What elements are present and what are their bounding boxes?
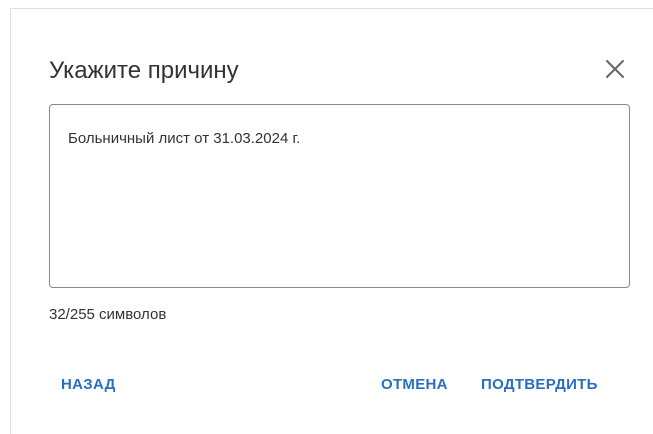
reason-textarea[interactable]: Больничный лист от 31.03.2024 г.: [50, 105, 629, 287]
reason-dialog: Укажите причину Больничный лист от 31.03…: [10, 8, 653, 434]
back-button[interactable]: НАЗАД: [61, 375, 116, 395]
cancel-button[interactable]: ОТМЕНА: [381, 375, 448, 395]
reason-field: Больничный лист от 31.03.2024 г.: [49, 104, 630, 288]
close-button[interactable]: [601, 55, 629, 83]
dialog-title: Укажите причину: [49, 57, 239, 84]
close-icon: [606, 60, 624, 78]
character-counter: 32/255 символов: [49, 306, 167, 323]
confirm-button[interactable]: ПОДТВЕРДИТЬ: [481, 375, 598, 395]
